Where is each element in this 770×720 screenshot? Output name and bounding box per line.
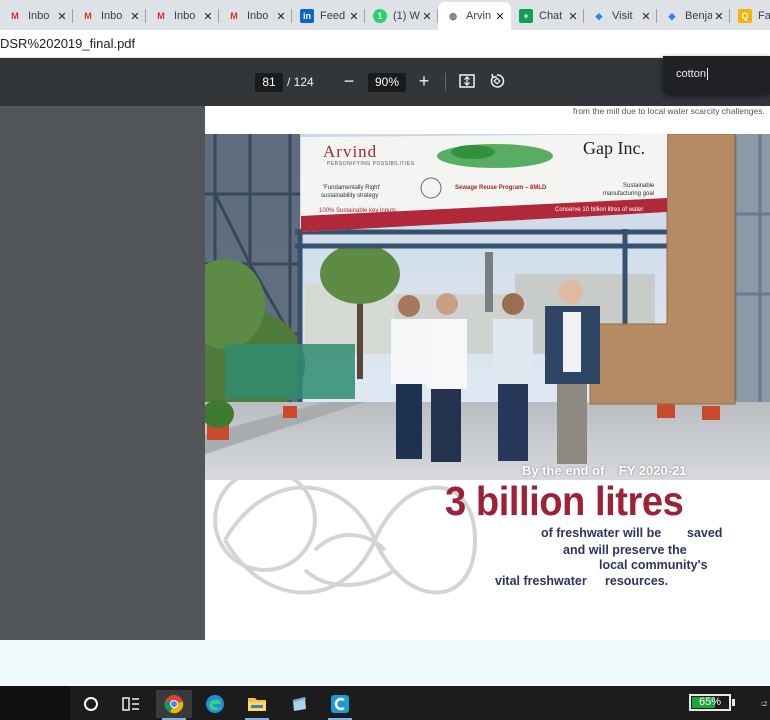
browser-tab-gmail[interactable]: M Inbo ✕: [146, 2, 219, 30]
tab-title: Inbo: [247, 10, 269, 22]
file-explorer-icon[interactable]: [239, 690, 275, 720]
close-tab-icon[interactable]: ✕: [639, 10, 653, 23]
chrome-icon[interactable]: [156, 690, 192, 720]
taskbar: 65% ය: [0, 686, 770, 720]
browser-tab-fa[interactable]: Q Fa: [730, 2, 770, 30]
gmail-icon: M: [84, 11, 92, 21]
banner-fundamentally: 'Fundamentally Right': [323, 185, 381, 191]
by-end-text: By the end of FY 2020-21: [522, 463, 687, 478]
battery-tip: [732, 699, 735, 706]
browser-tab-chat[interactable]: + Chat ✕: [511, 2, 584, 30]
page-number-input[interactable]: 81: [255, 73, 283, 92]
tab-title: Benja: [685, 10, 712, 22]
rotate-icon[interactable]: [489, 73, 505, 89]
screen: M Inbo ✕ M Inbo ✕ M Inbo ✕ M Inbo ✕ in Feed ✕ 1 (1) W ✕ ◍ A…: [0, 0, 770, 720]
banner-conserve: Conserve 10 billion litres of water: [555, 207, 644, 213]
linkedin-icon: in: [300, 9, 314, 23]
close-tab-icon[interactable]: ✕: [420, 10, 434, 23]
gmail-icon: M: [157, 11, 165, 21]
tab-title: Inbo: [174, 10, 196, 22]
browser-tab-gmail[interactable]: M Inbo ✕: [73, 2, 146, 30]
close-tab-icon[interactable]: ✕: [201, 10, 215, 23]
browser-tab-whatsapp[interactable]: 1 (1) W ✕: [365, 2, 438, 30]
fit-to-page-icon[interactable]: [459, 74, 475, 88]
banner-sustainable: Sustainable: [623, 183, 655, 189]
cortana-icon[interactable]: [73, 690, 109, 718]
battery-indicator[interactable]: 65%: [689, 694, 731, 711]
pdf-page: from the mill due to local water scarcit…: [205, 106, 770, 640]
text-caret: [706, 68, 708, 81]
tab-title: Inbo: [101, 10, 123, 22]
previous-page-text: from the mill due to local water scarcit…: [573, 106, 765, 116]
edge-icon[interactable]: [197, 690, 233, 718]
tab-title: Chat: [539, 10, 563, 22]
gmail-icon: M: [230, 11, 238, 21]
notepad-icon[interactable]: [281, 690, 317, 718]
browser-tab-jira[interactable]: ◆ Benja ✕: [657, 2, 730, 30]
body-line-3: and will preserve the: [563, 543, 687, 557]
banner-program: Sewage Reuse Program – 8MLD: [455, 185, 547, 191]
close-tab-icon[interactable]: ✕: [128, 10, 142, 23]
pdf-toolbar: 81 / 124 − 90% +: [0, 58, 770, 106]
body-line-2: saved: [687, 526, 723, 540]
tab-title: Inbo: [28, 10, 50, 22]
tab-title: Fa: [758, 10, 770, 22]
banner-arvind-logo: Arvind: [323, 142, 378, 161]
tab-title: Visit: [612, 10, 633, 22]
page-total: / 124: [287, 75, 314, 89]
page-background: [0, 640, 770, 686]
whatsapp-icon: 1: [373, 9, 387, 23]
zoom-level-input[interactable]: 90%: [368, 73, 406, 92]
browser-tab-globe[interactable]: ◍ Arvin ✕: [438, 2, 511, 30]
globe-icon: ◍: [449, 10, 457, 21]
tab-title: Arvin: [466, 10, 492, 22]
browser-tab-linkedin[interactable]: in Feed ✕: [292, 2, 365, 30]
close-tab-icon[interactable]: ✕: [566, 10, 580, 23]
close-tab-icon[interactable]: ✕: [55, 10, 69, 23]
banner-arvind-tagline: PERSONIFYING POSSIBILITIES: [327, 161, 415, 167]
close-tab-icon[interactable]: ✕: [274, 10, 288, 23]
taskbar-search-area[interactable]: [0, 686, 70, 720]
tab-strip: M Inbo ✕ M Inbo ✕ M Inbo ✕ M Inbo ✕ in Feed ✕ 1 (1) W ✕ ◍ A…: [0, 0, 770, 30]
banner-inputs: 100% Sustainable key inputs: [319, 208, 397, 214]
headline-3-billion-litres: 3 billion litres: [445, 478, 684, 524]
language-indicator[interactable]: ය: [761, 698, 767, 709]
jira-icon: ◆: [668, 10, 676, 21]
browser-tab-jira[interactable]: ◆ Visit ✕: [584, 2, 657, 30]
close-tab-icon[interactable]: ✕: [347, 10, 361, 23]
body-line-5: vital freshwater: [495, 574, 587, 588]
find-input[interactable]: cotton: [676, 68, 708, 81]
gmail-icon: M: [11, 11, 19, 21]
browser-tab-gmail[interactable]: M Inbo ✕: [0, 2, 73, 30]
close-tab-icon[interactable]: ✕: [712, 10, 726, 23]
body-line-6: resources.: [605, 574, 669, 588]
toolbar-divider: [445, 73, 446, 91]
tab-title: Feed: [320, 10, 346, 22]
address-bar[interactable]: DSR%202019_final.pdf: [0, 30, 770, 58]
body-line-1: of freshwater will be: [541, 526, 662, 540]
task-view-icon[interactable]: [113, 690, 149, 718]
banner-gap-logo: Gap Inc.: [583, 138, 645, 158]
banner-strategy: sustainability strategy: [321, 193, 379, 199]
tab-title: (1) W: [393, 10, 420, 22]
banner-manufacturing: manufacturing goal: [603, 191, 655, 197]
body-line-4: local community's: [599, 558, 708, 572]
app-c-icon[interactable]: [322, 690, 358, 720]
chat-icon: +: [519, 9, 533, 23]
find-bar: cotton: [663, 56, 770, 94]
close-tab-icon[interactable]: ✕: [493, 10, 507, 23]
browser-tab-gmail[interactable]: M Inbo ✕: [219, 2, 292, 30]
jira-icon: ◆: [595, 10, 603, 21]
battery-percent: 65%: [698, 696, 722, 708]
zoom-out-button[interactable]: −: [340, 70, 358, 92]
zoom-in-button[interactable]: +: [415, 70, 433, 92]
fa-icon: Q: [738, 9, 752, 23]
url-text[interactable]: DSR%202019_final.pdf: [0, 36, 135, 51]
